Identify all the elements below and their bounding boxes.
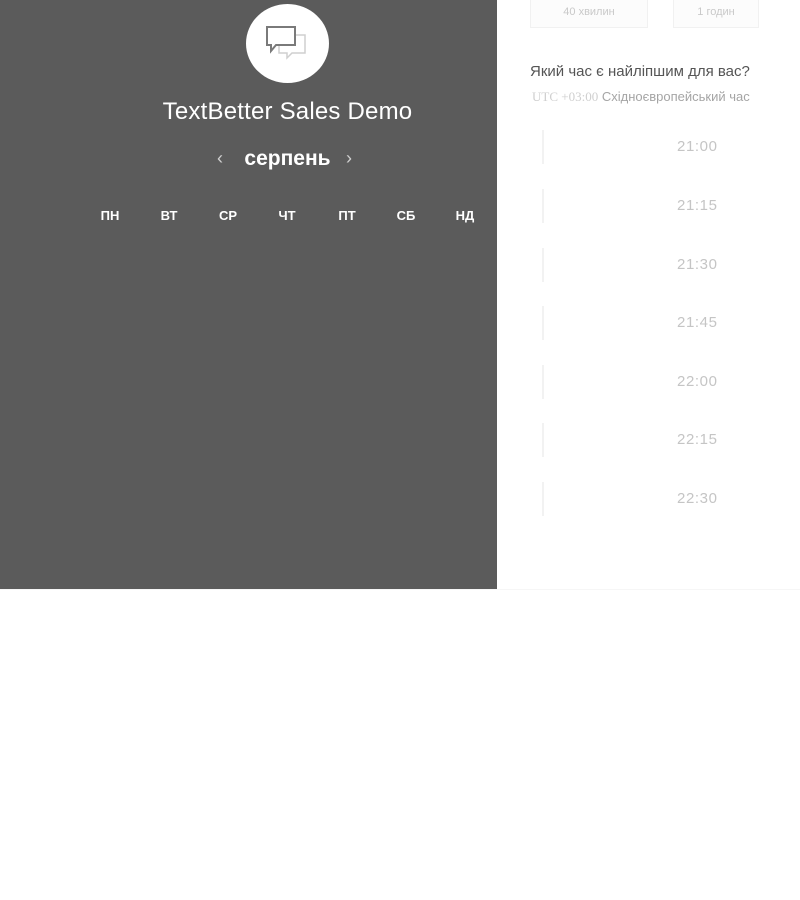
org-logo bbox=[246, 4, 329, 83]
month-navigation: ‹ серпень › bbox=[0, 144, 575, 174]
booking-page: TextBetter Sales Demo ‹ серпень › ПН ВТ … bbox=[0, 0, 800, 900]
weekday-thu: ЧТ bbox=[278, 208, 296, 223]
weekday-header: ПН ВТ СР ЧТ ПТ СБ НД bbox=[0, 208, 497, 228]
time-slot-label: 21:00 bbox=[677, 138, 718, 155]
time-question: Який час є найліпшим для вас? bbox=[530, 63, 750, 80]
panel-bottom-divider bbox=[0, 589, 800, 590]
duration-option-1h[interactable]: 1 годин bbox=[673, 0, 759, 28]
time-slot-label: 22:30 bbox=[677, 490, 718, 507]
time-slot[interactable]: 21:15 bbox=[542, 189, 800, 223]
time-slot[interactable]: 22:30 bbox=[542, 482, 800, 516]
weekday-sun: НД bbox=[455, 208, 475, 223]
month-label: серпень bbox=[244, 147, 331, 170]
time-slot[interactable]: 22:00 bbox=[542, 365, 800, 399]
time-picker-panel: 40 хвилин 1 годин Який час є найліпшим д… bbox=[497, 0, 800, 590]
next-month-button[interactable]: › bbox=[346, 148, 352, 169]
weekday-wed: СР bbox=[218, 208, 238, 223]
org-title: TextBetter Sales Demo bbox=[162, 98, 413, 125]
time-slot[interactable]: 21:45 bbox=[542, 306, 800, 340]
weekday-fri: ПТ bbox=[338, 208, 356, 223]
time-slot-label: 21:30 bbox=[677, 256, 718, 273]
time-slot-label: 22:00 bbox=[677, 373, 718, 390]
time-slot[interactable]: 21:30 bbox=[542, 248, 800, 282]
time-slot-label: 21:15 bbox=[677, 197, 718, 214]
time-slot-label: 21:45 bbox=[677, 314, 718, 331]
time-slot-label: 22:15 bbox=[677, 431, 718, 448]
timezone-selector[interactable]: UTC +03:00 Східноєвропейський час bbox=[532, 89, 750, 105]
time-slot[interactable]: 21:00 bbox=[542, 130, 800, 164]
weekday-mon: ПН bbox=[100, 208, 120, 223]
duration-option-40min[interactable]: 40 хвилин bbox=[530, 0, 648, 28]
time-slot[interactable]: 22:15 bbox=[542, 423, 800, 457]
chat-bubbles-icon bbox=[266, 26, 306, 60]
weekday-sat: СБ bbox=[396, 208, 416, 223]
weekday-tue: ВТ bbox=[160, 208, 178, 223]
timezone-name: Східноєвропейський час bbox=[601, 89, 750, 104]
calendar-panel: TextBetter Sales Demo ‹ серпень › ПН ВТ … bbox=[0, 0, 497, 590]
timezone-offset: UTC +03:00 bbox=[532, 89, 599, 104]
